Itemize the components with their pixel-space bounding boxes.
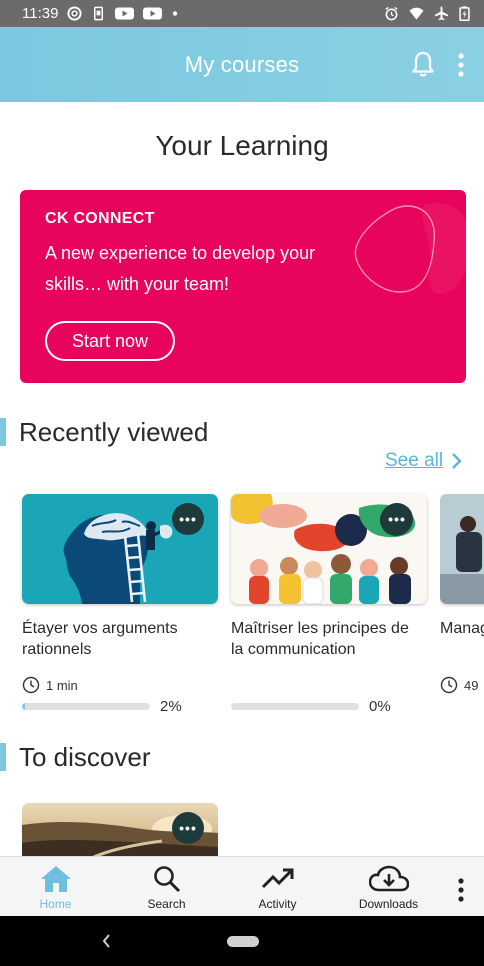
nav-home-label: Home <box>39 897 72 911</box>
course-duration <box>231 676 427 694</box>
course-title: Manager d'emp <box>440 620 484 637</box>
chevron-right-icon <box>452 453 462 469</box>
clock-icon <box>22 676 40 694</box>
course-card[interactable]: ••• Étayer vos arguments rationnels 1 mi… <box>22 494 218 715</box>
course-thumbnail[interactable]: ••• <box>231 494 427 604</box>
app-title: My courses <box>184 51 300 77</box>
nav-activity[interactable]: Activity <box>222 857 333 917</box>
promo-text: A new experience to develop your skills…… <box>45 243 316 294</box>
duration-label: 49 <box>464 677 479 693</box>
to-discover-title: To discover <box>19 742 151 772</box>
progress-fill <box>22 703 25 710</box>
system-nav-bar <box>0 916 484 966</box>
more-horizontal-icon[interactable]: ••• <box>172 503 204 535</box>
bell-icon[interactable] <box>411 50 435 78</box>
section-accent-bar <box>0 418 6 446</box>
progress-label: 2% <box>160 698 182 715</box>
course-progress: 2% <box>22 698 218 715</box>
alarm-icon <box>385 6 398 21</box>
search-icon <box>153 866 180 893</box>
course-title: Étayer vos arguments rationnels <box>22 620 178 658</box>
recently-viewed-title: Recently viewed <box>19 417 209 447</box>
nav-downloads-label: Downloads <box>358 897 419 911</box>
clock-icon <box>440 676 458 694</box>
app-bar: My courses <box>0 27 484 102</box>
start-now-button[interactable]: Start now <box>45 321 175 361</box>
status-bar: 11:39 <box>0 0 484 27</box>
more-horizontal-icon[interactable]: ••• <box>172 812 204 844</box>
more-vertical-icon[interactable] <box>452 52 470 78</box>
progress-track <box>22 703 150 710</box>
airplane-icon <box>434 6 449 21</box>
promo-card: CK CONNECT A new experience to develop y… <box>20 190 466 383</box>
course-thumbnail[interactable]: ••• <box>22 494 218 604</box>
progress-label: 0% <box>369 698 391 715</box>
course-duration: 1 min <box>22 676 218 694</box>
at-sign-icon <box>67 6 82 21</box>
course-illustration <box>440 494 484 604</box>
dot-icon <box>173 11 178 16</box>
progress-track <box>231 703 359 710</box>
course-title: Maîtriser les principes de la communicat… <box>231 620 409 658</box>
battery-icon <box>459 6 470 21</box>
nav-activity-label: Activity <box>258 897 297 911</box>
course-progress: 0% <box>231 698 427 715</box>
see-all-label: See all <box>385 450 444 471</box>
nav-search-label: Search <box>147 897 186 911</box>
cloud-download-icon <box>368 865 409 892</box>
wifi-icon <box>409 7 424 20</box>
nav-downloads[interactable]: Downloads <box>333 857 444 917</box>
nav-home[interactable]: Home <box>0 857 111 917</box>
home-pill[interactable] <box>227 936 259 947</box>
see-all-link[interactable]: See all <box>385 450 463 472</box>
status-time: 11:39 <box>22 5 59 22</box>
more-vertical-icon[interactable] <box>452 877 470 903</box>
course-card[interactable]: ••• Maîtriser les principes de la commun… <box>231 494 427 715</box>
trending-up-icon <box>261 868 293 889</box>
home-icon <box>40 866 71 892</box>
section-accent-bar <box>0 743 6 771</box>
bottom-nav: Home Search Activity Downloads <box>0 856 484 917</box>
youtube-icon <box>115 7 135 20</box>
course-card[interactable]: Manager d'emp 49 <box>440 494 484 694</box>
sim-card-icon <box>94 6 104 21</box>
discover-course-card[interactable]: ••• <box>22 803 218 863</box>
more-horizontal-icon[interactable]: ••• <box>381 503 413 535</box>
duration-label: 1 min <box>46 677 78 693</box>
promo-kicker: CK CONNECT <box>45 210 155 227</box>
course-thumbnail[interactable] <box>440 494 484 604</box>
youtube-icon <box>143 7 163 20</box>
course-duration: 49 <box>440 676 484 694</box>
back-icon[interactable] <box>100 931 112 951</box>
nav-search[interactable]: Search <box>111 857 222 917</box>
page-heading: Your Learning <box>155 130 329 161</box>
